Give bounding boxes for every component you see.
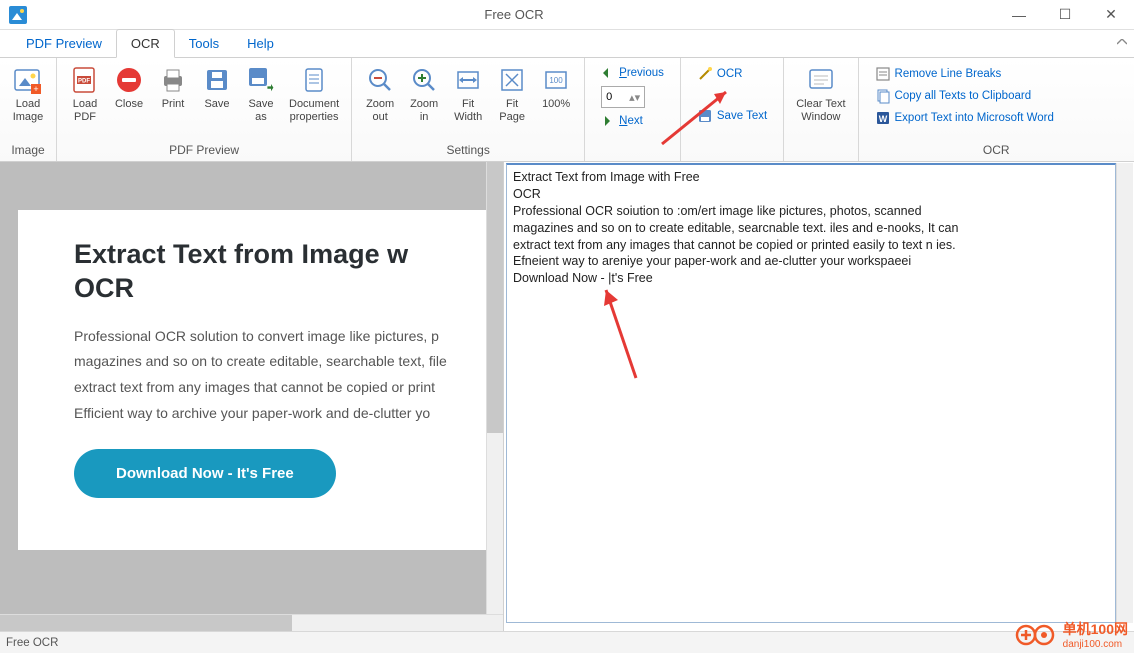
tab-tools[interactable]: Tools xyxy=(175,30,233,57)
preview-viewport[interactable]: Extract Text from Image wOCR Professiona… xyxy=(0,162,486,614)
zoom-100-icon: 100 xyxy=(540,64,572,96)
ribbon-group-nav: Previous 0▴▾ Next xyxy=(585,58,681,161)
watermark: 单机100网 danji100.com xyxy=(1015,619,1128,650)
document-properties-button[interactable]: Document properties xyxy=(283,62,345,126)
status-bar: Free OCR xyxy=(0,631,1134,653)
zoom-100-button[interactable]: 100 100% xyxy=(534,62,578,113)
clear-text-window-button[interactable]: Clear Text Window xyxy=(790,62,851,126)
remove-line-breaks-button[interactable]: Remove Line Breaks xyxy=(871,64,1122,84)
preview-title: Extract Text from Image wOCR xyxy=(74,238,486,306)
preview-pane: Extract Text from Image wOCR Professiona… xyxy=(0,162,504,631)
ocr-output-text[interactable]: Extract Text from Image with Free OCR Pr… xyxy=(506,163,1116,623)
tab-pdf-preview[interactable]: PDF Preview xyxy=(12,30,116,57)
previous-button[interactable]: Previous xyxy=(597,64,668,82)
load-image-icon: + xyxy=(12,64,44,96)
load-pdf-icon: PDF xyxy=(69,64,101,96)
ribbon-group-label-settings: Settings xyxy=(358,141,578,159)
fit-width-icon xyxy=(452,64,484,96)
preview-page: Extract Text from Image wOCR Professiona… xyxy=(18,210,486,550)
next-icon xyxy=(601,114,615,128)
print-button[interactable]: Print xyxy=(151,62,195,113)
copy-all-texts-button[interactable]: Copy all Texts to Clipboard xyxy=(871,86,1122,106)
preview-body: Professional OCR solution to convert ima… xyxy=(74,324,486,428)
close-window-button[interactable]: ✕ xyxy=(1088,0,1134,30)
status-text: Free OCR xyxy=(6,637,58,649)
ribbon-group-ocr: Remove Line Breaks Copy all Texts to Cli… xyxy=(859,58,1134,161)
print-icon xyxy=(157,64,189,96)
page-spinner[interactable]: 0▴▾ xyxy=(597,84,668,110)
fit-page-button[interactable]: Fit Page xyxy=(490,62,534,126)
fit-width-button[interactable]: Fit Width xyxy=(446,62,490,126)
save-text-button[interactable]: Save Text xyxy=(693,106,771,126)
tab-help[interactable]: Help xyxy=(233,30,288,57)
close-icon xyxy=(113,64,145,96)
main-split: Extract Text from Image wOCR Professiona… xyxy=(0,162,1134,631)
ribbon-group-clear: Clear Text Window xyxy=(784,58,858,161)
zoom-out-icon xyxy=(364,64,396,96)
save-button[interactable]: Save xyxy=(195,62,239,113)
export-word-icon: W xyxy=(875,110,891,126)
save-icon xyxy=(201,64,233,96)
clear-text-icon xyxy=(805,64,837,96)
ribbon: + Load Image Image PDF Load PDF Close Pr… xyxy=(0,58,1134,162)
export-word-button[interactable]: W Export Text into Microsoft Word xyxy=(871,108,1122,128)
save-text-icon xyxy=(697,108,713,124)
zoom-out-button[interactable]: Zoom out xyxy=(358,62,402,126)
svg-text:+: + xyxy=(33,84,38,94)
ribbon-group-label-ocr-actions xyxy=(687,141,777,159)
window-controls: — ☐ ✕ xyxy=(996,0,1134,30)
close-button[interactable]: Close xyxy=(107,62,151,113)
window-title: Free OCR xyxy=(32,7,996,22)
ribbon-group-label-pdf: PDF Preview xyxy=(63,141,345,159)
ocr-vscrollbar[interactable] xyxy=(1116,163,1133,623)
preview-hscrollbar[interactable] xyxy=(0,614,503,631)
minimize-button[interactable]: — xyxy=(996,0,1042,30)
menu-bar: PDF Preview OCR Tools Help xyxy=(0,30,1134,58)
download-now-button[interactable]: Download Now - It's Free xyxy=(74,449,336,498)
svg-text:100: 100 xyxy=(549,76,563,85)
fit-page-icon xyxy=(496,64,528,96)
preview-vscrollbar[interactable] xyxy=(486,162,503,614)
save-as-button[interactable]: Save as xyxy=(239,62,283,126)
collapse-ribbon-button[interactable] xyxy=(1110,27,1134,57)
ribbon-group-pdf-preview: PDF Load PDF Close Print Save Save as xyxy=(57,58,352,161)
zoom-in-button[interactable]: Zoom in xyxy=(402,62,446,126)
save-as-icon xyxy=(245,64,277,96)
ribbon-group-label-image: Image xyxy=(6,141,50,159)
ribbon-group-label-ocr: OCR xyxy=(865,141,1128,159)
ribbon-group-image: + Load Image Image xyxy=(0,58,57,161)
zoom-in-icon xyxy=(408,64,440,96)
ribbon-group-settings: Zoom out Zoom in Fit Width Fit Page 100 … xyxy=(352,58,585,161)
tab-ocr[interactable]: OCR xyxy=(116,29,175,58)
svg-text:PDF: PDF xyxy=(78,79,90,85)
remove-breaks-icon xyxy=(875,66,891,82)
maximize-button[interactable]: ☐ xyxy=(1042,0,1088,30)
previous-icon xyxy=(601,66,615,80)
wand-icon xyxy=(697,66,713,82)
titlebar: Free OCR — ☐ ✕ xyxy=(0,0,1134,30)
copy-icon xyxy=(875,88,891,104)
app-icon xyxy=(4,1,32,29)
svg-text:W: W xyxy=(878,114,887,124)
load-pdf-button[interactable]: PDF Load PDF xyxy=(63,62,107,126)
ocr-button[interactable]: OCR xyxy=(693,64,771,84)
document-properties-icon xyxy=(298,64,330,96)
load-image-button[interactable]: + Load Image xyxy=(6,62,50,126)
ocr-output-pane: Extract Text from Image with Free OCR Pr… xyxy=(504,162,1134,631)
ribbon-group-ocr-actions: OCR Save Text xyxy=(681,58,784,161)
ribbon-group-label-nav xyxy=(591,141,674,159)
ribbon-group-label-clear xyxy=(790,141,851,159)
next-button[interactable]: Next xyxy=(597,112,668,130)
